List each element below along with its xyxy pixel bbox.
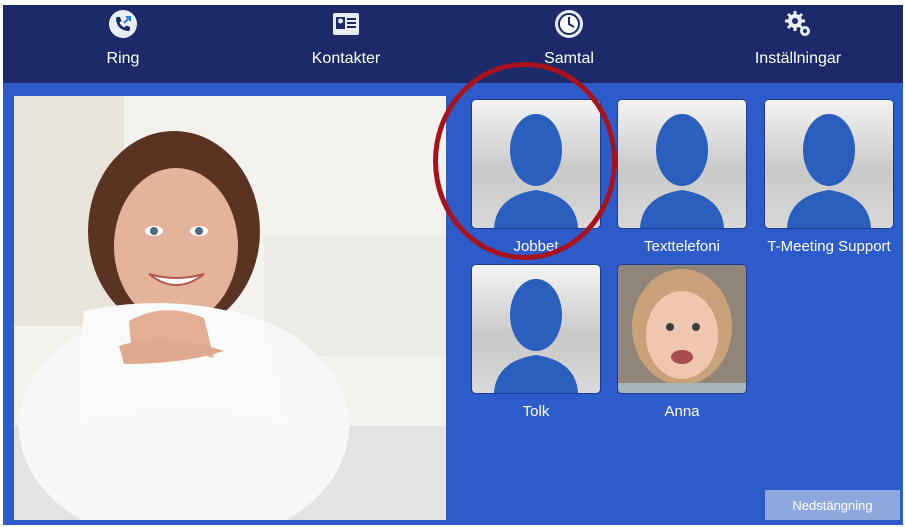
nav-samtal[interactable]: Samtal	[479, 7, 659, 79]
shutdown-button[interactable]: Nedstängning	[765, 490, 900, 520]
contact-label-texttelefoni: Texttelefoni	[644, 238, 720, 255]
contact-label-tolk: Tolk	[522, 403, 550, 420]
person-silhouette-icon	[494, 279, 578, 393]
nav-samtal-label: Samtal	[544, 50, 594, 67]
clock-icon	[555, 10, 583, 38]
nav-ring[interactable]: Ring	[33, 7, 213, 79]
top-navigation: Ring Kontakter Samtal Inställningar	[3, 5, 903, 83]
nav-kontakter-label: Kontakter	[311, 50, 381, 67]
person-silhouette-icon	[494, 114, 578, 228]
contact-card-icon	[333, 13, 359, 35]
nav-ring-label: Ring	[106, 50, 140, 67]
woman-portrait-image	[14, 96, 446, 520]
contact-tile-texttelefoni[interactable]	[618, 100, 746, 228]
phone-call-icon	[109, 10, 137, 38]
nav-installningar-label: Inställningar	[754, 50, 842, 67]
person-silhouette-icon	[640, 114, 724, 228]
contact-label-t-meeting-support: T-Meeting Support	[767, 238, 891, 255]
contact-tile-jobbet[interactable]	[472, 100, 600, 228]
contact-tile-t-meeting-support[interactable]	[765, 100, 893, 228]
contact-tile-anna[interactable]	[618, 265, 746, 393]
gear-icon	[785, 11, 810, 36]
person-silhouette-icon	[787, 114, 871, 228]
contact-label-anna: Anna	[664, 403, 700, 420]
contact-tile-tolk[interactable]	[472, 265, 600, 393]
camera-preview	[14, 96, 446, 520]
girl-portrait-image	[618, 265, 746, 393]
contact-label-jobbet: Jobbet	[513, 238, 559, 255]
nav-kontakter[interactable]: Kontakter	[256, 7, 436, 79]
nav-installningar[interactable]: Inställningar	[708, 7, 888, 79]
app-window: Ring Kontakter Samtal Inställningar Jobb…	[3, 5, 903, 525]
